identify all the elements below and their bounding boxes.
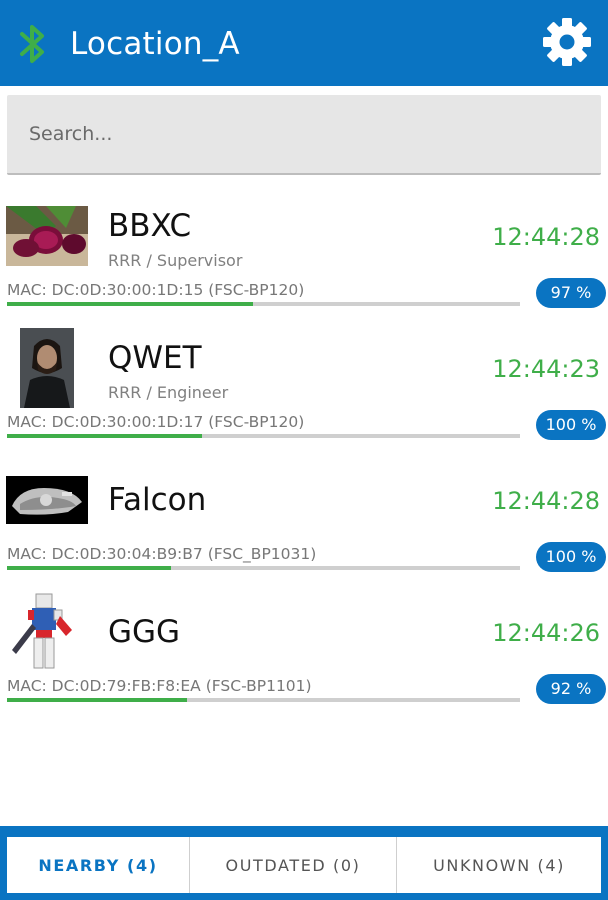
signal-bar-fill bbox=[7, 302, 254, 306]
device-name: QWET bbox=[108, 340, 202, 376]
signal-bar bbox=[7, 434, 520, 438]
bottom-tab-bar: NEARBY (4) OUTDATED (0) UNKNOWN (4) bbox=[0, 826, 608, 900]
search-box[interactable] bbox=[7, 95, 601, 175]
battery-badge: 100 % bbox=[536, 542, 606, 572]
signal-bar-fill bbox=[7, 566, 172, 570]
device-name: Falcon bbox=[108, 482, 207, 518]
device-thumbnail bbox=[6, 206, 88, 266]
device-thumbnail bbox=[10, 590, 78, 674]
signal-bar-fill bbox=[7, 698, 187, 702]
last-seen-time: 12:44:28 bbox=[492, 223, 600, 251]
device-subtitle: RRR / Engineer bbox=[108, 383, 229, 402]
signal-bar bbox=[7, 302, 520, 306]
bluetooth-icon bbox=[20, 25, 44, 63]
device-card[interactable]: GGG 12:44:26 MAC: DC:0D:79:FB:F8:EA (FSC… bbox=[0, 590, 608, 722]
signal-bar-fill bbox=[7, 434, 202, 438]
mac-address: MAC: DC:0D:30:00:1D:15 (FSC-BP120) bbox=[7, 281, 305, 299]
battery-badge: 100 % bbox=[536, 410, 606, 440]
last-seen-time: 12:44:23 bbox=[492, 355, 600, 383]
device-thumbnail bbox=[6, 476, 88, 524]
signal-bar bbox=[7, 566, 520, 570]
device-card[interactable]: Falcon 12:44:28 MAC: DC:0D:30:04:B9:B7 (… bbox=[0, 458, 608, 590]
device-card[interactable]: BBXC RRR / Supervisor 12:44:28 MAC: DC:0… bbox=[0, 194, 608, 326]
app-bar: Location_A bbox=[0, 0, 608, 86]
tab-unknown[interactable]: UNKNOWN (4) bbox=[397, 837, 601, 893]
last-seen-time: 12:44:28 bbox=[492, 487, 600, 515]
search-input[interactable] bbox=[7, 95, 601, 173]
mac-address: MAC: DC:0D:30:00:1D:17 (FSC-BP120) bbox=[7, 413, 305, 431]
battery-badge: 97 % bbox=[536, 278, 606, 308]
signal-bar bbox=[7, 698, 520, 702]
tab-group: NEARBY (4) OUTDATED (0) UNKNOWN (4) bbox=[7, 837, 601, 893]
tab-nearby[interactable]: NEARBY (4) bbox=[7, 837, 190, 893]
page-title: Location_A bbox=[70, 26, 240, 62]
device-subtitle: RRR / Supervisor bbox=[108, 251, 243, 270]
device-name: BBXC bbox=[108, 208, 192, 244]
device-thumbnail bbox=[20, 328, 74, 408]
device-card[interactable]: QWET RRR / Engineer 12:44:23 MAC: DC:0D:… bbox=[0, 326, 608, 458]
last-seen-time: 12:44:26 bbox=[492, 619, 600, 647]
battery-badge: 92 % bbox=[536, 674, 606, 704]
device-name: GGG bbox=[108, 614, 181, 650]
tab-outdated[interactable]: OUTDATED (0) bbox=[190, 837, 397, 893]
mac-address: MAC: DC:0D:79:FB:F8:EA (FSC-BP1101) bbox=[7, 677, 312, 695]
gear-icon[interactable] bbox=[541, 16, 593, 68]
mac-address: MAC: DC:0D:30:04:B9:B7 (FSC_BP1031) bbox=[7, 545, 317, 563]
